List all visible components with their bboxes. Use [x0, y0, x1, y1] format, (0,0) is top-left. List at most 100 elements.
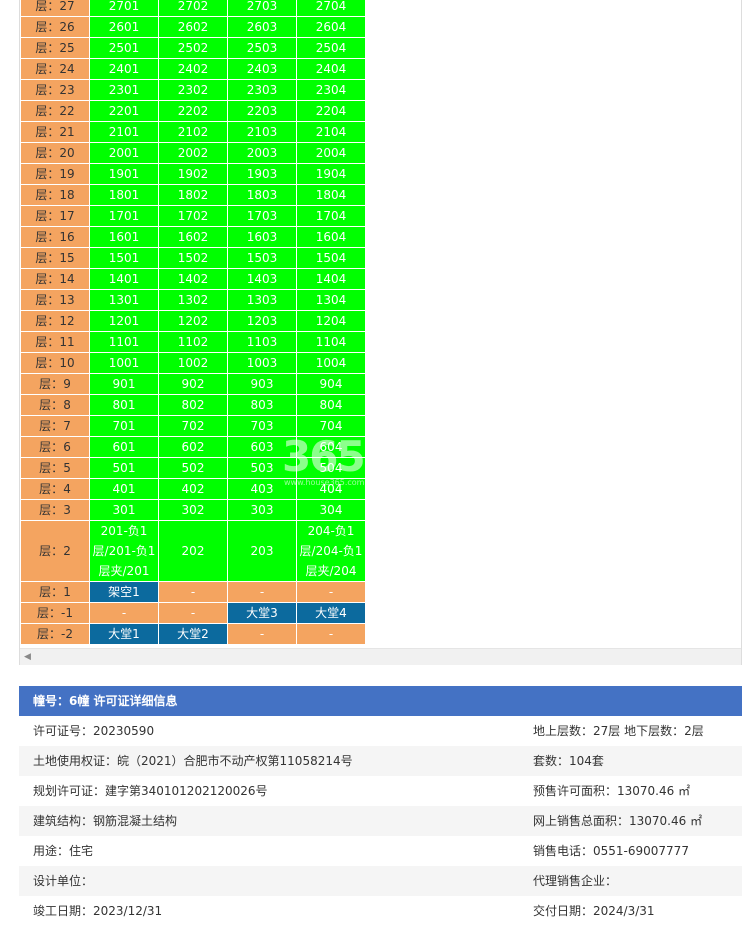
unit-cell[interactable]: 1104: [296, 331, 366, 353]
unit-cell[interactable]: 903: [227, 373, 297, 395]
unit-cell[interactable]: 1001: [89, 352, 159, 374]
unit-cell[interactable]: 904: [296, 373, 366, 395]
unit-cell[interactable]: 1602: [158, 226, 228, 248]
unit-cell[interactable]: 2403: [227, 58, 297, 80]
unit-cell[interactable]: 403: [227, 478, 297, 500]
unit-cell[interactable]: 2701: [89, 0, 159, 17]
unit-cell[interactable]: 1903: [227, 163, 297, 185]
unit-cell[interactable]: 703: [227, 415, 297, 437]
unit-cell[interactable]: 1101: [89, 331, 159, 353]
unit-cell[interactable]: 702: [158, 415, 228, 437]
unit-cell[interactable]: 大堂4: [296, 602, 366, 624]
unit-cell[interactable]: 2704: [296, 0, 366, 17]
unit-cell[interactable]: 1102: [158, 331, 228, 353]
unit-cell[interactable]: 1604: [296, 226, 366, 248]
unit-cell[interactable]: 1603: [227, 226, 297, 248]
unit-cell[interactable]: 2101: [89, 121, 159, 143]
unit-cell[interactable]: 402: [158, 478, 228, 500]
unit-cell[interactable]: 大堂3: [227, 602, 297, 624]
unit-cell[interactable]: 2102: [158, 121, 228, 143]
unit-cell[interactable]: 2402: [158, 58, 228, 80]
unit-cell[interactable]: 2404: [296, 58, 366, 80]
unit-cell[interactable]: 604: [296, 436, 366, 458]
unit-cell[interactable]: 1904: [296, 163, 366, 185]
unit-cell[interactable]: 2104: [296, 121, 366, 143]
unit-cell[interactable]: 302: [158, 499, 228, 521]
unit-cell[interactable]: 801: [89, 394, 159, 416]
unit-cell[interactable]: 1202: [158, 310, 228, 332]
unit-cell[interactable]: 1803: [227, 184, 297, 206]
unit-cell[interactable]: 2103: [227, 121, 297, 143]
unit-cell[interactable]: 1503: [227, 247, 297, 269]
unit-cell[interactable]: 1802: [158, 184, 228, 206]
unit-cell[interactable]: 2602: [158, 16, 228, 38]
unit-cell[interactable]: 504: [296, 457, 366, 479]
unit-cell[interactable]: 803: [227, 394, 297, 416]
unit-cell[interactable]: 1003: [227, 352, 297, 374]
unit-cell[interactable]: 304: [296, 499, 366, 521]
unit-cell[interactable]: 2301: [89, 79, 159, 101]
unit-cell[interactable]: 301: [89, 499, 159, 521]
unit-cell[interactable]: 2501: [89, 37, 159, 59]
unit-cell[interactable]: 1103: [227, 331, 297, 353]
unit-cell[interactable]: 2303: [227, 79, 297, 101]
unit-cell[interactable]: 1901: [89, 163, 159, 185]
unit-cell[interactable]: 1004: [296, 352, 366, 374]
unit-cell[interactable]: 902: [158, 373, 228, 395]
unit-cell[interactable]: 2302: [158, 79, 228, 101]
unit-cell[interactable]: 2201: [89, 100, 159, 122]
unit-cell[interactable]: 1402: [158, 268, 228, 290]
unit-cell[interactable]: 1304: [296, 289, 366, 311]
unit-cell[interactable]: 大堂1: [89, 623, 159, 645]
unit-cell[interactable]: 2004: [296, 142, 366, 164]
scroll-left-arrow-icon[interactable]: ◀: [24, 651, 31, 663]
unit-cell[interactable]: 203: [227, 520, 297, 582]
unit-cell[interactable]: 603: [227, 436, 297, 458]
unit-cell[interactable]: 2002: [158, 142, 228, 164]
unit-cell[interactable]: 1702: [158, 205, 228, 227]
unit-cell[interactable]: 1203: [227, 310, 297, 332]
unit-cell[interactable]: 401: [89, 478, 159, 500]
unit-cell[interactable]: 2003: [227, 142, 297, 164]
unit-cell[interactable]: 1303: [227, 289, 297, 311]
unit-cell[interactable]: 2204: [296, 100, 366, 122]
unit-cell[interactable]: 1401: [89, 268, 159, 290]
unit-cell[interactable]: 2603: [227, 16, 297, 38]
unit-cell[interactable]: 802: [158, 394, 228, 416]
unit-cell[interactable]: 202: [158, 520, 228, 582]
unit-cell[interactable]: 1801: [89, 184, 159, 206]
unit-cell[interactable]: 1902: [158, 163, 228, 185]
unit-cell[interactable]: 601: [89, 436, 159, 458]
unit-cell[interactable]: 1403: [227, 268, 297, 290]
unit-cell[interactable]: 2702: [158, 0, 228, 17]
unit-cell[interactable]: 2203: [227, 100, 297, 122]
unit-cell[interactable]: 201-负1 层/201-负1 层夹/201: [89, 520, 159, 582]
unit-cell[interactable]: 2604: [296, 16, 366, 38]
unit-cell[interactable]: 1502: [158, 247, 228, 269]
unit-cell[interactable]: 1204: [296, 310, 366, 332]
unit-cell[interactable]: 2703: [227, 0, 297, 17]
unit-cell[interactable]: 303: [227, 499, 297, 521]
unit-cell[interactable]: 701: [89, 415, 159, 437]
unit-cell[interactable]: 1301: [89, 289, 159, 311]
unit-cell[interactable]: 1504: [296, 247, 366, 269]
unit-cell[interactable]: 901: [89, 373, 159, 395]
unit-cell[interactable]: 1804: [296, 184, 366, 206]
unit-cell[interactable]: 1703: [227, 205, 297, 227]
unit-cell[interactable]: 1704: [296, 205, 366, 227]
unit-cell[interactable]: 2502: [158, 37, 228, 59]
unit-cell[interactable]: 2601: [89, 16, 159, 38]
unit-cell[interactable]: 2401: [89, 58, 159, 80]
unit-cell[interactable]: 1002: [158, 352, 228, 374]
unit-cell[interactable]: 2202: [158, 100, 228, 122]
unit-cell[interactable]: 1302: [158, 289, 228, 311]
unit-cell[interactable]: 502: [158, 457, 228, 479]
unit-cell[interactable]: 602: [158, 436, 228, 458]
unit-cell[interactable]: 1601: [89, 226, 159, 248]
unit-cell[interactable]: 204-负1 层/204-负1 层夹/204: [296, 520, 366, 582]
unit-cell[interactable]: 404: [296, 478, 366, 500]
unit-cell[interactable]: 704: [296, 415, 366, 437]
unit-cell[interactable]: 2503: [227, 37, 297, 59]
unit-cell[interactable]: 架空1: [89, 581, 159, 603]
unit-cell[interactable]: 1501: [89, 247, 159, 269]
